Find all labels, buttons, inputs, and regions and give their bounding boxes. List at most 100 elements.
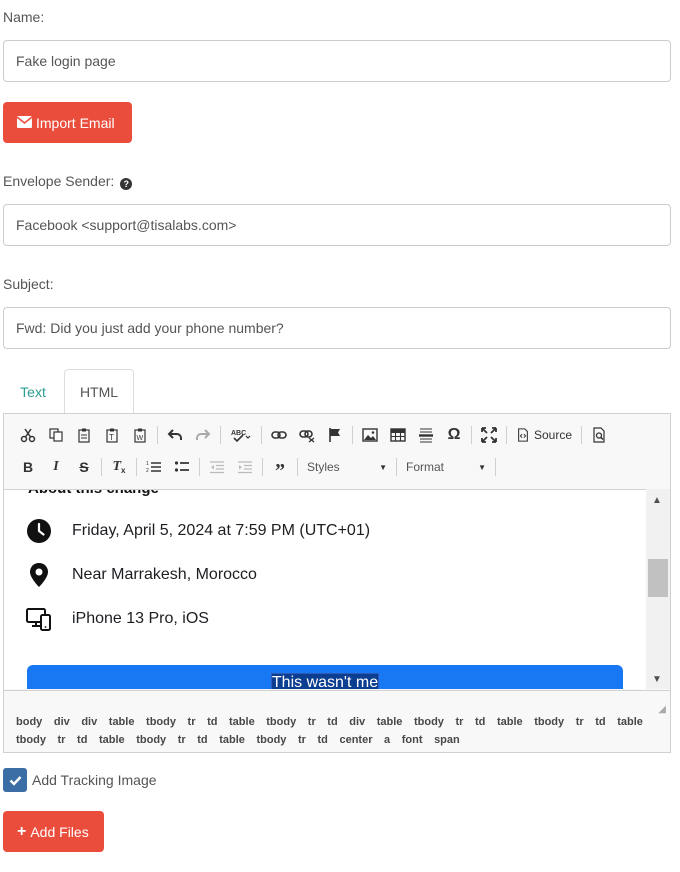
- paste-word-icon[interactable]: W: [126, 423, 154, 447]
- path-crumb-center[interactable]: center: [339, 734, 372, 746]
- location-pin-icon: [30, 563, 48, 587]
- preview-icon[interactable]: [585, 423, 613, 447]
- editor-toolbar-row-1: T W ABC Ω Source: [4, 420, 670, 450]
- path-crumb-tbody[interactable]: tbody: [146, 716, 176, 728]
- image-icon[interactable]: [356, 423, 384, 447]
- path-crumb-td[interactable]: td: [197, 734, 207, 746]
- cut-icon[interactable]: [14, 423, 42, 447]
- path-crumb-a[interactable]: a: [384, 734, 390, 746]
- path-crumb-tr[interactable]: tr: [178, 734, 186, 746]
- svg-text:1: 1: [146, 461, 149, 467]
- info-device-text: iPhone 13 Pro, iOS: [72, 610, 209, 627]
- path-crumb-tbody[interactable]: tbody: [136, 734, 166, 746]
- special-char-omega-icon[interactable]: Ω: [440, 423, 468, 447]
- chevron-down-icon: ▼: [478, 462, 486, 472]
- path-crumb-tbody[interactable]: tbody: [16, 734, 46, 746]
- link-icon[interactable]: [265, 423, 293, 447]
- path-crumb-td[interactable]: td: [77, 734, 87, 746]
- content-scrollbar[interactable]: ▲ ▼: [646, 489, 670, 689]
- html-editor: T W ABC Ω Source B I S T x 1 2 ” Styles …: [3, 413, 671, 753]
- blockquote-icon[interactable]: ”: [266, 455, 294, 482]
- toolbar-separator: [261, 426, 262, 444]
- envelope-sender-label: Envelope Sender: ?: [3, 173, 133, 190]
- path-crumb-table[interactable]: table: [109, 716, 135, 728]
- path-crumb-tr[interactable]: tr: [576, 716, 584, 728]
- path-crumb-tr[interactable]: tr: [455, 716, 463, 728]
- scroll-down-arrow-icon[interactable]: ▼: [652, 674, 662, 685]
- path-crumb-body[interactable]: body: [16, 716, 42, 728]
- table-icon[interactable]: [384, 423, 412, 447]
- envelope-sender-value: Facebook <support@tisalabs.com>: [16, 217, 237, 233]
- path-crumb-td[interactable]: td: [327, 716, 337, 728]
- path-crumb-div[interactable]: div: [349, 716, 365, 728]
- path-crumb-table[interactable]: table: [229, 716, 255, 728]
- toolbar-separator: [199, 458, 200, 476]
- editor-tabs: Text HTML: [3, 369, 671, 414]
- scrollbar-thumb[interactable]: [648, 559, 668, 597]
- path-crumb-div[interactable]: div: [81, 716, 97, 728]
- outdent-icon[interactable]: [203, 455, 231, 479]
- import-email-button[interactable]: Import Email: [3, 102, 132, 143]
- subject-input[interactable]: Fwd: Did you just add your phone number?: [3, 307, 671, 349]
- name-input[interactable]: Fake login page: [3, 40, 671, 82]
- path-crumb-tr[interactable]: tr: [58, 734, 66, 746]
- bulleted-list-icon[interactable]: [168, 455, 196, 479]
- clock-icon: [27, 519, 51, 543]
- envelope-sender-input[interactable]: Facebook <support@tisalabs.com>: [3, 204, 671, 246]
- path-crumb-tbody[interactable]: tbody: [414, 716, 444, 728]
- resize-handle-icon[interactable]: ◢: [658, 701, 666, 719]
- maximize-icon[interactable]: [475, 423, 503, 447]
- question-circle-icon[interactable]: ?: [120, 178, 133, 190]
- path-crumb-table[interactable]: table: [99, 734, 125, 746]
- add-files-button[interactable]: + Add Files: [3, 811, 104, 852]
- format-dropdown[interactable]: Format ▼: [400, 456, 492, 478]
- paste-text-icon[interactable]: T: [98, 423, 126, 447]
- anchor-flag-icon[interactable]: [321, 423, 349, 447]
- scroll-up-arrow-icon[interactable]: ▲: [652, 495, 662, 506]
- content-heading: About this change: [28, 490, 159, 497]
- path-crumb-tbody[interactable]: tbody: [266, 716, 296, 728]
- paste-icon[interactable]: [70, 423, 98, 447]
- path-crumb-tr[interactable]: tr: [188, 716, 196, 728]
- path-crumb-table[interactable]: table: [497, 716, 523, 728]
- bold-icon[interactable]: B: [14, 455, 42, 479]
- path-crumb-td[interactable]: td: [595, 716, 605, 728]
- path-crumb-tr[interactable]: tr: [308, 716, 316, 728]
- italic-icon[interactable]: I: [42, 455, 70, 479]
- path-crumb-table[interactable]: table: [377, 716, 403, 728]
- path-crumb-font[interactable]: font: [402, 734, 423, 746]
- path-crumb-td[interactable]: td: [318, 734, 328, 746]
- horizontal-line-icon[interactable]: [412, 423, 440, 447]
- spellcheck-icon[interactable]: ABC: [224, 423, 258, 447]
- editor-content-area[interactable]: About this change Friday, April 5, 2024 …: [4, 489, 646, 689]
- tab-html[interactable]: HTML: [64, 369, 134, 414]
- numbered-list-icon[interactable]: 12: [140, 455, 168, 479]
- path-crumb-td[interactable]: td: [207, 716, 217, 728]
- indent-icon[interactable]: [231, 455, 259, 479]
- path-crumb-tr[interactable]: tr: [298, 734, 306, 746]
- name-label: Name:: [3, 9, 45, 25]
- copy-icon[interactable]: [42, 423, 70, 447]
- info-row-time: Friday, April 5, 2024 at 7:59 PM (UTC+01…: [26, 518, 370, 544]
- remove-format-icon[interactable]: Tx: [105, 455, 133, 479]
- path-crumb-table[interactable]: table: [617, 716, 643, 728]
- path-crumb-span[interactable]: span: [434, 734, 460, 746]
- source-button[interactable]: Source: [510, 423, 578, 447]
- tab-text[interactable]: Text: [3, 369, 63, 414]
- this-wasnt-me-button[interactable]: This wasn't me: [27, 665, 623, 689]
- path-crumb-tbody[interactable]: tbody: [256, 734, 286, 746]
- unlink-icon[interactable]: [293, 423, 321, 447]
- envelope-icon: [16, 115, 33, 131]
- path-crumb-tbody[interactable]: tbody: [534, 716, 564, 728]
- info-time-text: Friday, April 5, 2024 at 7:59 PM (UTC+01…: [72, 522, 371, 539]
- tracking-image-checkbox[interactable]: [3, 768, 27, 792]
- redo-icon[interactable]: [189, 423, 217, 447]
- toolbar-separator: [101, 458, 102, 476]
- styles-dropdown[interactable]: Styles ▼: [301, 456, 393, 478]
- undo-icon[interactable]: [161, 423, 189, 447]
- path-crumb-table[interactable]: table: [219, 734, 245, 746]
- strikethrough-icon[interactable]: S: [70, 455, 98, 479]
- path-crumb-div[interactable]: div: [54, 716, 70, 728]
- path-crumb-td[interactable]: td: [475, 716, 485, 728]
- path-crumbs: body div div table tbody tr td table tbo…: [16, 716, 651, 746]
